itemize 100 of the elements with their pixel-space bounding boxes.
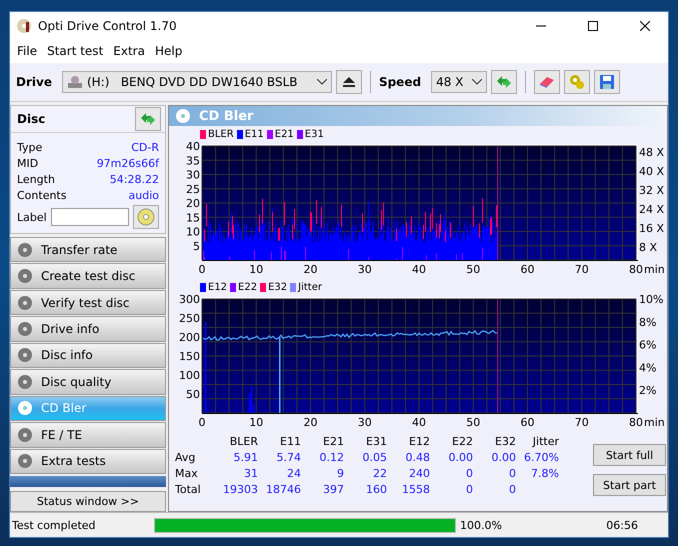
y-axis-label: 25 — [186, 182, 200, 196]
refresh-disc-button[interactable] — [135, 107, 161, 131]
info-label: Length — [17, 172, 55, 186]
nav-button[interactable]: Disc info — [10, 342, 166, 368]
nav-button[interactable]: Transfer rate — [10, 236, 166, 262]
y-axis-label: 5 — [193, 240, 200, 253]
drive-icon — [66, 74, 83, 90]
table-cell-text: 0 — [508, 466, 516, 481]
table-cell-text: 18746 — [265, 482, 301, 497]
info-value: audio — [128, 188, 159, 202]
label-field[interactable] — [50, 208, 129, 226]
table-cell-text: 160 — [365, 482, 387, 497]
disc-title: Disc — [17, 112, 46, 126]
nav-button[interactable]: Extra tests — [10, 448, 166, 474]
table-cell-text: 0.48 — [404, 450, 430, 465]
menu-item[interactable]: Extra — [108, 44, 150, 58]
disc-icon — [136, 208, 155, 226]
erase-button[interactable] — [534, 70, 560, 94]
legend-item: BLER — [200, 128, 234, 140]
right-axis-label: 4% — [639, 361, 656, 374]
disc-icon — [17, 400, 33, 416]
y-axis-label: 30 — [186, 168, 200, 182]
x-axis-label: 40 — [412, 263, 426, 276]
start-button[interactable]: Start full — [593, 444, 666, 466]
menu-item[interactable]: Start test — [42, 44, 108, 58]
progress-percent: 100.0% — [459, 518, 503, 532]
info-value: 97m26s66f — [96, 156, 159, 170]
nav-button[interactable]: Drive info — [10, 316, 166, 342]
x-axis-unit: min — [644, 416, 665, 429]
legend-item: E32 — [260, 282, 288, 292]
right-axis-label: 48 X — [639, 146, 664, 159]
x-axis-label: 60 — [520, 416, 534, 429]
table-cell-text: 6.70% — [523, 450, 559, 465]
row-header: Max — [175, 466, 199, 481]
x-axis-label: 20 — [304, 416, 318, 429]
table-cell-text: 9 — [336, 466, 344, 481]
menu-item[interactable]: File — [12, 44, 42, 58]
y-axis-label: 20 — [186, 197, 200, 210]
nav-button[interactable]: Verify test disc — [10, 290, 166, 316]
table-cell-text: 5.74 — [276, 450, 301, 465]
right-axis-label: 32 X — [639, 184, 664, 197]
disc-icon — [17, 347, 33, 364]
floppy-icon — [599, 74, 616, 90]
right-axis-label: 8 X — [639, 241, 658, 254]
table-cell-text: 22 — [372, 466, 387, 481]
status-window-button[interactable]: Status window >> — [10, 491, 166, 512]
row-header: Total — [175, 482, 202, 497]
x-axis-label: 50 — [466, 416, 480, 429]
column-header: BLER — [228, 434, 258, 449]
x-axis-label: 70 — [574, 263, 589, 276]
save-button[interactable] — [594, 70, 620, 94]
x-axis-unit: min — [644, 263, 665, 276]
legend-item: E31 — [296, 128, 324, 140]
label-caption: Label — [17, 210, 47, 224]
table-cell-text: 397 — [322, 482, 344, 497]
table-cell-text: 0 — [465, 466, 473, 481]
panel-title: CD Bler — [199, 108, 254, 124]
x-axis-label: 80 — [629, 416, 643, 429]
y-axis-label: 50 — [186, 388, 200, 401]
table-cell-text: 1558 — [401, 482, 430, 497]
close-icon — [640, 20, 650, 30]
table-cell-text: 7.8% — [530, 466, 559, 481]
x-axis-label: 80 — [629, 263, 643, 276]
table-cell-text: 0 — [508, 482, 516, 497]
nav-button[interactable]: Create test disc — [10, 263, 166, 289]
disc-icon — [17, 426, 33, 443]
table-cell-text: 5.91 — [232, 450, 258, 465]
x-axis-label: 20 — [304, 263, 318, 276]
disc-icon — [17, 242, 33, 258]
table-cell-text: 19303 — [222, 482, 258, 497]
y-axis-label: 35 — [186, 154, 200, 168]
y-axis-label: 15 — [186, 211, 200, 224]
speed-select[interactable]: 48 X — [431, 71, 488, 93]
refresh-button[interactable] — [491, 70, 518, 94]
table-cell-text: 240 — [408, 466, 430, 481]
info-value: CD-R — [131, 140, 159, 154]
disc-icon — [17, 320, 33, 337]
drive-label: Drive — [16, 75, 52, 89]
y-axis-label: 300 — [179, 293, 200, 306]
column-header: E11 — [279, 434, 301, 449]
nav-button[interactable]: Disc quality — [10, 369, 166, 395]
start-button[interactable]: Start part — [593, 474, 666, 496]
drive-select[interactable]: (H:) BENQ DVD DD DW1640 BSLB — [62, 71, 332, 93]
menu-item[interactable]: Help — [150, 44, 188, 58]
x-axis-label: 30 — [358, 263, 372, 276]
table-cell-text: 0.05 — [362, 450, 387, 465]
eraser-icon — [538, 75, 556, 89]
x-axis-label: 50 — [466, 263, 480, 276]
column-header: E12 — [408, 434, 430, 449]
settings-button[interactable] — [564, 70, 590, 94]
disc-button[interactable] — [132, 205, 159, 229]
table-cell-text: 31 — [243, 466, 258, 481]
right-axis-label: 10% — [639, 293, 664, 306]
table-cell-text: 0.00 — [490, 450, 516, 465]
nav-button[interactable]: FE / TE — [10, 422, 166, 448]
table-cell-text: 24 — [286, 466, 301, 481]
disc-icon — [175, 108, 191, 124]
y-axis-label: 10 — [186, 226, 200, 238]
disc-icon — [17, 374, 33, 390]
eject-button[interactable] — [336, 70, 362, 94]
